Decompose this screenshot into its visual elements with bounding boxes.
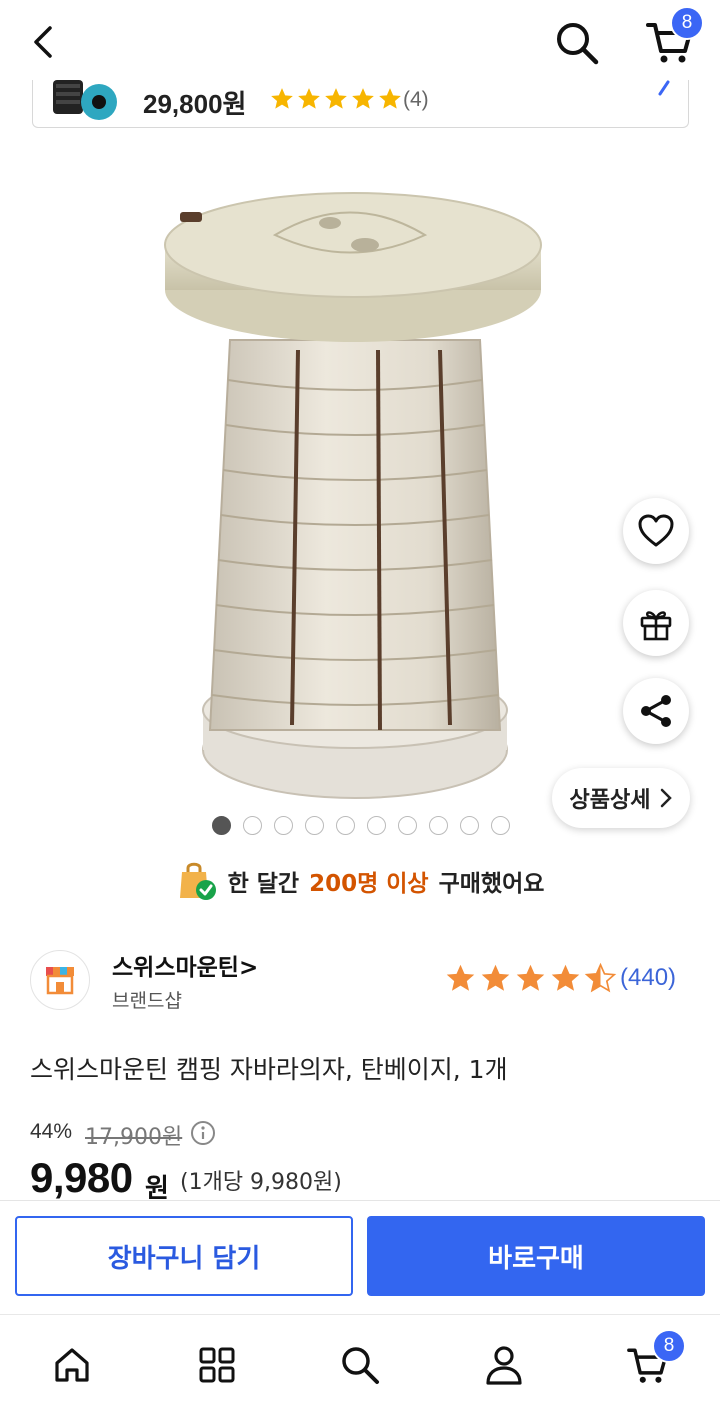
- share-button[interactable]: [623, 678, 689, 744]
- related-product-card[interactable]: 29,800원 (4): [32, 80, 689, 128]
- product-detail-button[interactable]: 상품상세: [552, 768, 690, 828]
- share-icon: [641, 695, 671, 727]
- info-icon[interactable]: [190, 1120, 216, 1146]
- carousel-dot[interactable]: [243, 816, 262, 835]
- star-half-icon: [584, 962, 617, 993]
- banner-prefix: 한 달간: [227, 871, 300, 897]
- product-image[interactable]: [150, 150, 570, 850]
- nav-my-account[interactable]: [476, 1337, 532, 1393]
- brand-logo[interactable]: [30, 950, 90, 1010]
- nav-home[interactable]: [44, 1337, 100, 1393]
- back-arrow-icon[interactable]: [20, 18, 68, 66]
- star-icon: [551, 964, 580, 991]
- chevron-icon: [658, 80, 670, 96]
- carousel-dot[interactable]: [429, 816, 448, 835]
- search-icon[interactable]: [550, 16, 604, 70]
- heart-icon: [638, 514, 674, 547]
- carousel-indicator: [212, 816, 510, 835]
- carousel-dot[interactable]: [367, 816, 386, 835]
- star-icon: [352, 88, 374, 109]
- review-count-link[interactable]: (440): [620, 964, 676, 992]
- shopping-bag-check-icon: [179, 862, 216, 900]
- related-product-rating: [269, 86, 403, 112]
- nav-search[interactable]: [332, 1337, 388, 1393]
- divider: [0, 1200, 720, 1201]
- star-icon: [516, 964, 545, 991]
- categories-icon: [199, 1347, 235, 1383]
- star-icon: [298, 88, 320, 109]
- carousel-dot[interactable]: [212, 816, 231, 835]
- carousel-dot[interactable]: [460, 816, 479, 835]
- related-product-price: 29,800원: [143, 89, 247, 119]
- unit-price: (1개당 9,980원): [180, 1170, 342, 1195]
- brand-subtitle: 브랜드샵: [112, 990, 182, 1012]
- product-title: 스위스마운틴 캠핑 자바라의자, 탄베이지, 1개: [30, 1055, 508, 1084]
- store-icon: [46, 967, 74, 995]
- gift-button[interactable]: [623, 590, 689, 656]
- carousel-dot[interactable]: [336, 816, 355, 835]
- star-icon: [379, 88, 401, 109]
- top-bar: 8: [0, 0, 720, 80]
- chevron-right-icon: [661, 788, 673, 808]
- cart-badge: 8: [652, 1329, 686, 1363]
- star-icon: [325, 88, 347, 109]
- carousel-dot[interactable]: [491, 816, 510, 835]
- gift-icon: [640, 611, 672, 641]
- my-account-icon: [486, 1346, 522, 1385]
- wishlist-button[interactable]: [623, 498, 689, 564]
- purchase-count-banner: 한 달간 200명 이상 구매했어요: [0, 858, 720, 904]
- carousel-dot[interactable]: [305, 816, 324, 835]
- star-icon: [271, 88, 293, 109]
- carousel-dot[interactable]: [398, 816, 417, 835]
- related-review-count: (4): [403, 88, 429, 111]
- product-detail-label: 상품상세: [569, 788, 651, 813]
- original-price: 17,900원: [85, 1125, 183, 1150]
- cart-badge: 8: [670, 6, 704, 40]
- carousel-dot[interactable]: [274, 816, 293, 835]
- star-icon: [481, 964, 510, 991]
- star-icon: [446, 964, 475, 991]
- add-to-cart-button[interactable]: 장바구니 담기: [15, 1216, 353, 1296]
- buy-now-button[interactable]: 바로구매: [367, 1216, 705, 1296]
- brand-name-link[interactable]: 스위스마운틴>: [112, 948, 258, 982]
- related-product-thumbnail: [51, 80, 121, 124]
- nav-cart[interactable]: 8: [620, 1329, 686, 1393]
- home-icon: [55, 1348, 89, 1382]
- discount-rate: 44%: [30, 1120, 73, 1143]
- cart-icon[interactable]: 8: [640, 6, 704, 70]
- banner-highlight: 200명 이상: [309, 871, 429, 897]
- sale-price: 9,980: [30, 1154, 133, 1201]
- banner-suffix: 구매했어요: [438, 871, 545, 897]
- product-rating[interactable]: [444, 962, 617, 995]
- bottom-navigation: 8: [0, 1314, 720, 1414]
- nav-categories[interactable]: [189, 1337, 245, 1393]
- search-icon: [342, 1347, 379, 1384]
